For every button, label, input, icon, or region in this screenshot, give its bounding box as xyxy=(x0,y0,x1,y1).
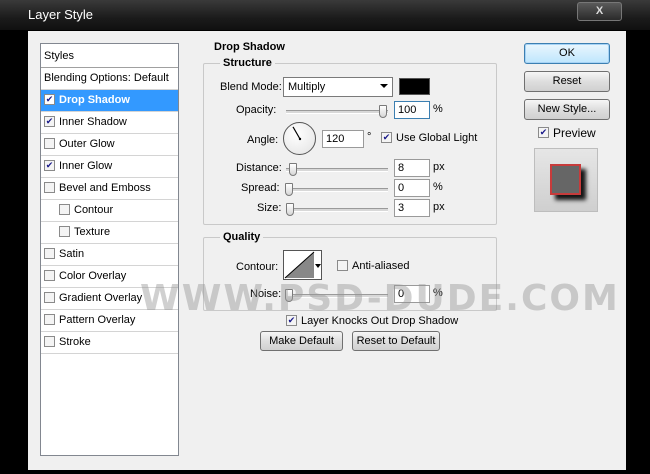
size-slider[interactable] xyxy=(286,203,388,216)
checkbox-icon[interactable] xyxy=(59,225,70,237)
styles-list-item[interactable]: Texture xyxy=(41,222,178,244)
styles-list-item-label: Outer Glow xyxy=(59,138,115,150)
angle-needle-icon xyxy=(292,126,302,141)
checkbox-icon[interactable] xyxy=(44,115,55,127)
contour-label: Contour: xyxy=(236,261,279,273)
shadow-color-swatch[interactable] xyxy=(399,78,430,95)
styles-list-item[interactable]: Stroke xyxy=(41,332,178,354)
close-button[interactable]: X xyxy=(577,2,622,21)
watermark: WWW.PSD-DUDE.COM xyxy=(140,278,620,319)
styles-list-item-label: Bevel and Emboss xyxy=(59,182,151,194)
window-title: Layer Style xyxy=(28,7,94,22)
structure-title: Structure xyxy=(220,57,275,69)
checkbox-icon xyxy=(538,127,549,139)
checkbox-icon[interactable] xyxy=(44,291,55,303)
checkbox-icon[interactable] xyxy=(44,159,55,171)
anti-aliased-checkbox[interactable]: Anti-aliased xyxy=(337,259,410,272)
blend-mode-label: Blend Mode: xyxy=(220,81,282,93)
checkbox-icon[interactable] xyxy=(44,247,55,259)
styles-list-item-label: Gradient Overlay xyxy=(59,292,143,304)
layer-style-dialog: Layer Style X Styles Blending Options: D… xyxy=(0,0,650,474)
distance-label: Distance: xyxy=(236,162,282,174)
styles-list-item-label: Inner Shadow xyxy=(59,116,127,128)
opacity-unit: % xyxy=(433,103,443,115)
styles-list-item-label: Contour xyxy=(74,204,114,216)
make-default-button[interactable]: Make Default xyxy=(260,331,343,351)
size-input[interactable]: 3 xyxy=(394,199,430,217)
styles-list-item-label: Stroke xyxy=(59,336,91,348)
reset-to-default-button[interactable]: Reset to Default xyxy=(352,331,440,351)
spread-input[interactable]: 0 xyxy=(394,179,430,197)
styles-header[interactable]: Styles xyxy=(41,44,178,68)
preview-label: Preview xyxy=(553,126,596,140)
styles-list-item-label: Inner Glow xyxy=(59,160,113,172)
checkbox-icon[interactable] xyxy=(44,93,55,105)
angle-dial[interactable] xyxy=(283,122,316,155)
styles-list-item[interactable]: Inner Glow xyxy=(41,156,178,178)
checkbox-icon xyxy=(381,131,392,143)
opacity-input[interactable]: 100 xyxy=(394,101,430,119)
checkbox-icon[interactable] xyxy=(44,335,55,347)
styles-list-item-label: Satin xyxy=(59,248,85,260)
size-unit: px xyxy=(433,201,445,213)
angle-unit: ° xyxy=(367,131,372,143)
styles-list-item-label: Drop Shadow xyxy=(59,94,130,106)
new-style-button[interactable]: New Style... xyxy=(524,99,610,120)
angle-input[interactable]: 120 xyxy=(322,130,364,148)
checkbox-icon[interactable] xyxy=(44,137,55,149)
anti-aliased-label: Anti-aliased xyxy=(352,260,410,272)
distance-unit: px xyxy=(433,161,445,173)
distance-slider[interactable] xyxy=(286,163,388,176)
title-bar[interactable]: Layer Style X xyxy=(0,0,650,30)
opacity-slider[interactable] xyxy=(286,105,388,118)
distance-slider-thumb[interactable] xyxy=(288,163,297,176)
drop-shadow-title: Drop Shadow xyxy=(214,41,285,53)
checkbox-icon[interactable] xyxy=(59,203,70,215)
size-slider-thumb[interactable] xyxy=(286,203,295,216)
styles-list-item[interactable]: Bevel and Emboss xyxy=(41,178,178,200)
angle-label: Angle: xyxy=(247,134,279,146)
use-global-light-label: Use Global Light xyxy=(396,132,478,144)
styles-list-item[interactable]: Inner Shadow xyxy=(41,112,178,134)
opacity-label: Opacity: xyxy=(236,104,277,116)
styles-list-item-label: Color Overlay xyxy=(59,270,127,282)
checkbox-icon[interactable] xyxy=(44,269,55,281)
spread-unit: % xyxy=(433,181,443,193)
styles-list-item-label: Pattern Overlay xyxy=(59,314,136,326)
size-label: Size: xyxy=(257,202,282,214)
styles-list-item[interactable]: Drop Shadow xyxy=(41,90,178,112)
styles-list-item[interactable]: Contour xyxy=(41,200,178,222)
spread-slider-thumb[interactable] xyxy=(285,183,293,196)
blend-mode-value: Multiply xyxy=(288,81,326,93)
spread-label: Spread: xyxy=(241,182,280,194)
preview-swatch xyxy=(550,164,581,195)
dialog-body: Styles Blending Options: Default Drop Sha… xyxy=(28,31,626,470)
styles-list-item[interactable]: Blending Options: Default xyxy=(41,68,178,90)
styles-list-item[interactable]: Satin xyxy=(41,244,178,266)
styles-list-item[interactable]: Outer Glow xyxy=(41,134,178,156)
checkbox-icon[interactable] xyxy=(44,313,55,325)
quality-title: Quality xyxy=(220,231,264,243)
preview-checkbox[interactable]: Preview xyxy=(538,126,596,140)
blend-mode-select[interactable]: Multiply xyxy=(283,77,393,97)
styles-list: Styles Blending Options: Default Drop Sha… xyxy=(40,43,179,456)
checkbox-icon xyxy=(337,259,348,271)
styles-list-item-label: Blending Options: Default xyxy=(44,72,169,84)
ok-button[interactable]: OK xyxy=(524,43,610,64)
distance-input[interactable]: 8 xyxy=(394,159,430,177)
checkbox-icon[interactable] xyxy=(44,181,55,193)
spread-slider[interactable] xyxy=(285,183,388,196)
use-global-light-checkbox[interactable]: Use Global Light xyxy=(381,131,478,144)
styles-list-item-label: Texture xyxy=(74,226,111,238)
style-preview xyxy=(534,148,598,212)
reset-button[interactable]: Reset xyxy=(524,71,610,92)
chevron-down-icon xyxy=(380,84,388,88)
contour-dropdown-icon[interactable] xyxy=(315,264,321,268)
close-icon: X xyxy=(595,5,604,17)
opacity-slider-thumb[interactable] xyxy=(379,105,387,118)
